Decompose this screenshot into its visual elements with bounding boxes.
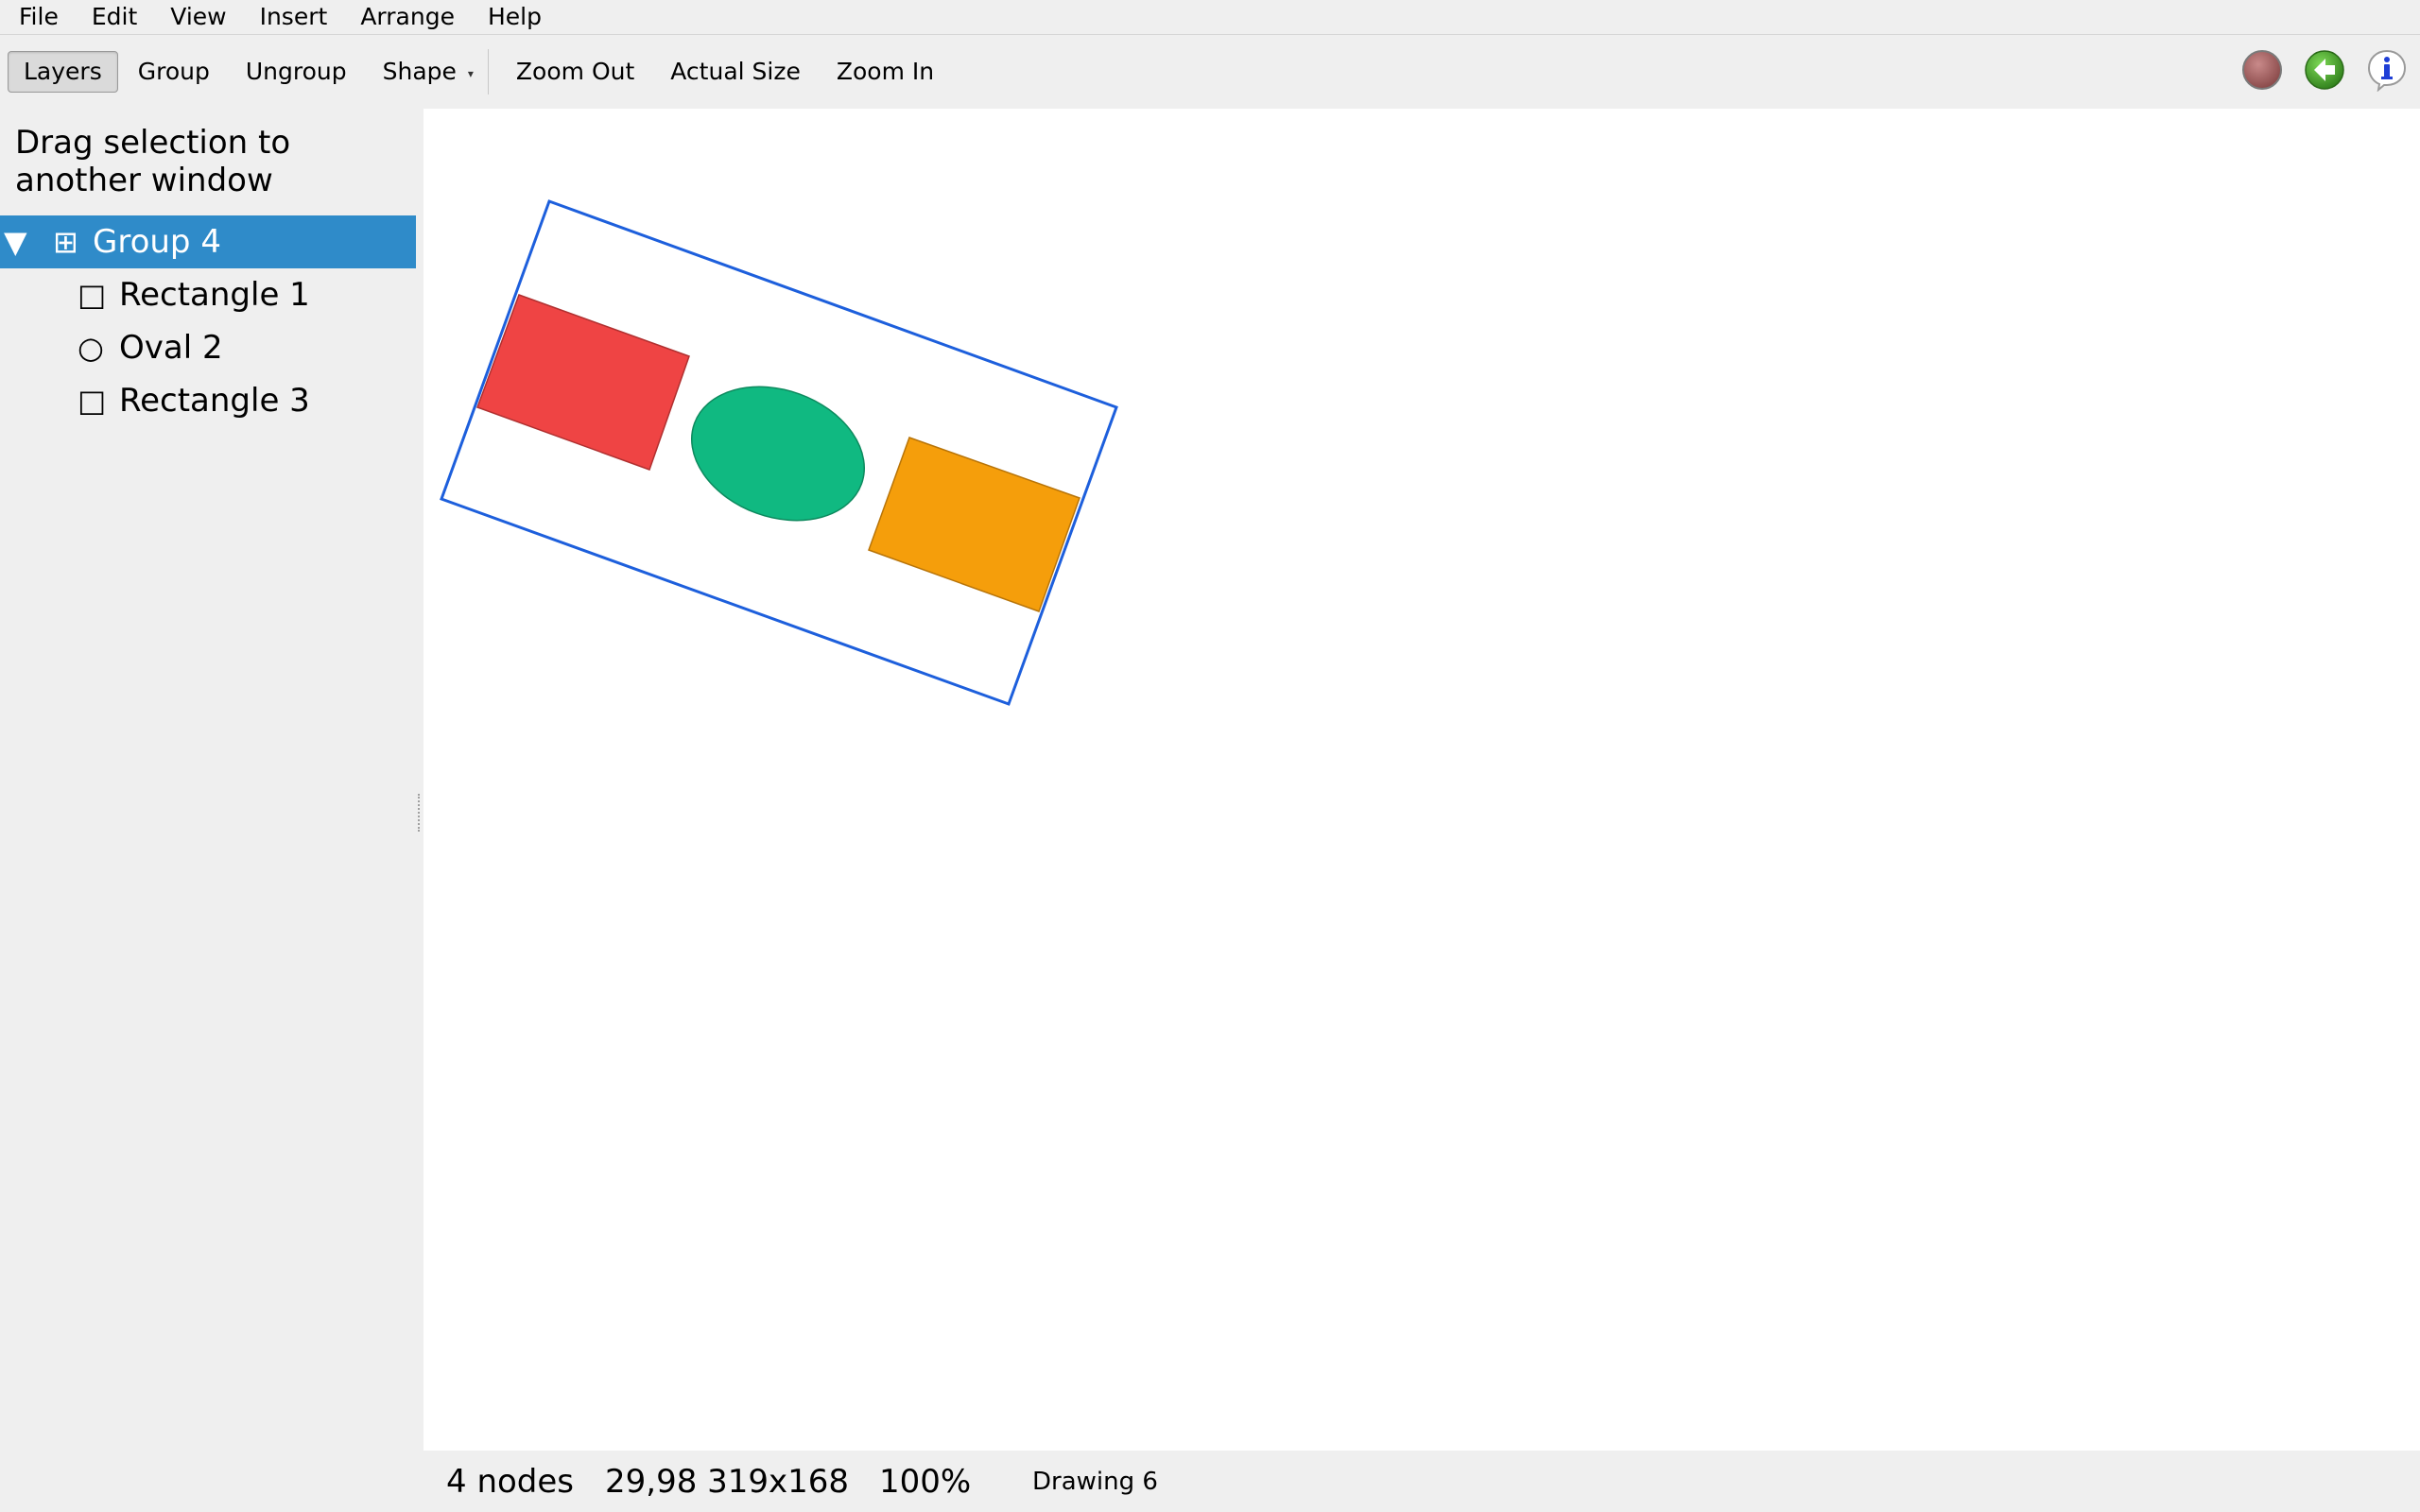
rectangle-icon: □	[78, 277, 107, 313]
drawing-canvas[interactable]	[424, 109, 2420, 1451]
status-bar: 4 nodes 29,98 319x168 100% Drawing 6	[424, 1451, 2420, 1512]
oval-icon: ○	[78, 330, 104, 366]
layers-button[interactable]: Layers	[8, 51, 118, 93]
selection-geometry: 29,98 319x168	[605, 1462, 850, 1501]
record-icon[interactable]	[2240, 48, 2284, 92]
toolbar-right-icons	[2240, 48, 2409, 92]
tree-item-rectangle-3[interactable]: □ Rectangle 3	[0, 374, 416, 427]
expand-triangle-icon[interactable]: ▼	[4, 224, 27, 260]
toolbar: Layers Group Ungroup Shape ▾ Zoom Out Ac…	[0, 35, 2420, 109]
menu-insert[interactable]: Insert	[241, 0, 342, 34]
rectangle-1-shape[interactable]	[476, 294, 690, 471]
canvas-drawing	[440, 199, 1118, 706]
shape-menu-button[interactable]: Shape ▾	[367, 51, 478, 93]
dropdown-caret-icon: ▾	[467, 67, 474, 80]
tree-item-rectangle-1[interactable]: □ Rectangle 1	[0, 268, 416, 321]
shape-button-label: Shape	[382, 58, 457, 85]
zoom-out-button[interactable]: Zoom Out	[500, 51, 650, 93]
oval-2-shape[interactable]	[673, 364, 883, 543]
tree-item-label: Rectangle 3	[119, 382, 310, 420]
layers-sidebar: Drag selection to another window ▼ ⊞ Gro…	[0, 109, 416, 1512]
node-count: 4 nodes	[446, 1462, 575, 1501]
info-icon[interactable]	[2365, 48, 2409, 92]
actual-size-button[interactable]: Actual Size	[654, 51, 817, 93]
menu-arrange[interactable]: Arrange	[341, 0, 469, 34]
toolbar-separator	[487, 49, 489, 94]
group-button[interactable]: Group	[122, 51, 226, 93]
rectangle-icon: □	[78, 383, 107, 419]
tree-item-label: Group 4	[93, 223, 221, 261]
menu-help[interactable]: Help	[469, 0, 556, 34]
drag-hint: Drag selection to another window	[15, 124, 291, 199]
zoom-level: 100%	[879, 1462, 972, 1501]
group-icon: ⊞	[53, 224, 78, 260]
menu-edit[interactable]: Edit	[73, 0, 151, 34]
menu-view[interactable]: View	[151, 0, 240, 34]
zoom-in-button[interactable]: Zoom In	[821, 51, 950, 93]
tree-item-label: Rectangle 1	[119, 276, 310, 314]
layers-tree: ▼ ⊞ Group 4 □ Rectangle 1 ○ Oval 2 □ Rec…	[0, 215, 416, 427]
ungroup-button[interactable]: Ungroup	[230, 51, 363, 93]
menu-file[interactable]: File	[0, 0, 73, 34]
tree-item-group-4[interactable]: ▼ ⊞ Group 4	[0, 215, 416, 268]
document-name: Drawing 6	[1032, 1467, 1158, 1496]
menu-bar: File Edit View Insert Arrange Help	[0, 0, 2420, 35]
tree-item-label: Oval 2	[119, 329, 223, 367]
splitter-handle[interactable]	[418, 794, 422, 832]
back-arrow-icon[interactable]	[2303, 48, 2346, 92]
tree-item-oval-2[interactable]: ○ Oval 2	[0, 321, 416, 374]
rectangle-3-shape[interactable]	[868, 437, 1080, 612]
